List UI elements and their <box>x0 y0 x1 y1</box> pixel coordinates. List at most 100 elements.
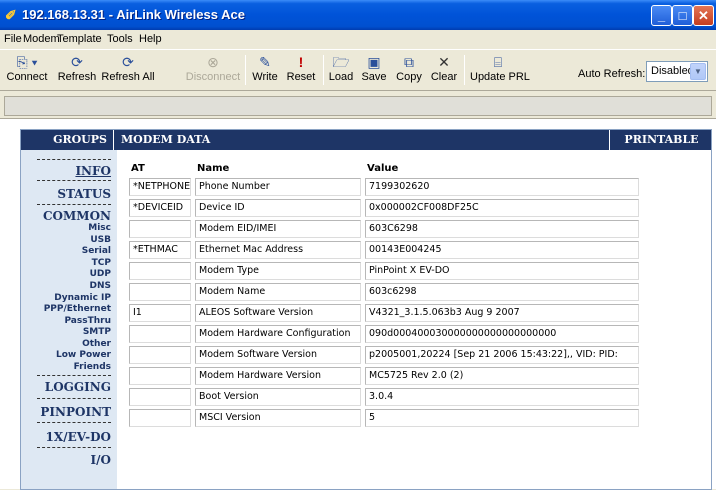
name-cell: Modem Software Version <box>195 346 361 364</box>
refresh-all-icon: ⟳ <box>122 54 134 70</box>
auto-refresh-select[interactable]: Disabled ▼ <box>646 61 708 82</box>
nav-status[interactable]: STATUS <box>57 187 111 201</box>
floppy-disk-icon: ▣ <box>367 54 381 70</box>
toolbar-separator <box>323 55 324 85</box>
menu-bar: File Modem Template Tools Help <box>0 30 716 48</box>
nav-tcp[interactable]: TCP <box>92 258 111 268</box>
menu-help[interactable]: Help <box>139 33 162 45</box>
value-cell[interactable]: MC5725 Rev 2.0 (2) <box>365 367 639 385</box>
at-command-cell: I1 <box>129 304 191 322</box>
value-cell[interactable]: p2005001,20224 [Sep 21 2006 15:43:22],, … <box>365 346 639 364</box>
value-cell[interactable]: 3.0.4 <box>365 388 639 406</box>
chevron-down-icon[interactable]: ▼ <box>690 63 706 80</box>
name-cell: Boot Version <box>195 388 361 406</box>
nav-usb[interactable]: USB <box>90 235 111 245</box>
nav-udp[interactable]: UDP <box>90 269 111 279</box>
update-prl-button[interactable]: ⌸ Update PRL <box>470 53 530 89</box>
nav-pinpoint[interactable]: PINPOINT <box>40 405 111 419</box>
minimize-button[interactable]: _ <box>651 5 672 26</box>
value-cell[interactable]: 00143E004245 <box>365 241 639 259</box>
value-cell[interactable]: 0x000002CF008DF25C <box>365 199 639 217</box>
groups-header: GROUPS <box>21 130 114 150</box>
at-command-cell: *DEVICEID <box>129 199 191 217</box>
exclamation-icon: ! <box>298 54 304 70</box>
at-command-cell <box>129 409 191 427</box>
nav-ppp-ethernet[interactable]: PPP/Ethernet <box>44 304 111 314</box>
value-cell[interactable]: 090d000400030000000000000000000 <box>365 325 639 343</box>
column-header-name: Name <box>197 163 230 174</box>
nav-misc[interactable]: Misc <box>88 223 111 233</box>
folder-open-icon: 🗁 <box>332 54 350 70</box>
name-cell: Modem Type <box>195 262 361 280</box>
divider <box>37 447 111 448</box>
nav-dynamic-ip[interactable]: Dynamic IP <box>54 293 111 303</box>
menu-modem[interactable]: Modem <box>23 33 60 45</box>
connect-icon: ⎘ ▾ <box>16 54 38 70</box>
nav-common[interactable]: COMMON <box>43 209 111 223</box>
menu-template[interactable]: Template <box>57 33 102 45</box>
value-cell[interactable]: 7199302620 <box>365 178 639 196</box>
divider <box>37 375 111 376</box>
save-button[interactable]: ▣ Save <box>359 53 389 89</box>
divider <box>37 398 111 399</box>
nav-smtp[interactable]: SMTP <box>83 327 111 337</box>
at-command-cell <box>129 283 191 301</box>
nav-1x-ev-do[interactable]: 1X/EV-DO <box>46 430 111 444</box>
toolbar-separator <box>464 55 465 85</box>
title-bar: ✐ 192.168.13.31 - AirLink Wireless Ace _… <box>0 0 716 30</box>
load-button[interactable]: 🗁 Load <box>327 53 355 89</box>
copy-icon: ⧉ <box>404 54 414 70</box>
name-cell: Modem EID/IMEI <box>195 220 361 238</box>
at-command-cell <box>129 346 191 364</box>
value-cell[interactable]: 603c6298 <box>365 283 639 301</box>
refresh-all-button[interactable]: ⟳ Refresh All <box>101 53 155 89</box>
close-button[interactable]: ✕ <box>693 5 714 26</box>
at-command-cell <box>129 220 191 238</box>
copy-button[interactable]: ⧉ Copy <box>393 53 425 89</box>
toolbar-separator <box>245 55 246 85</box>
divider <box>37 180 111 181</box>
value-cell[interactable]: V4321_3.1.5.063b3 Aug 9 2007 <box>365 304 639 322</box>
at-command-cell <box>129 262 191 280</box>
printable-view-link[interactable]: PRINTABLE VIEW <box>609 130 711 166</box>
refresh-button[interactable]: ⟳ Refresh <box>56 53 98 89</box>
nav-info[interactable]: INFO <box>75 164 111 178</box>
connect-button[interactable]: ⎘ ▾ Connect <box>4 53 50 89</box>
menu-file[interactable]: File <box>4 33 22 45</box>
value-cell[interactable]: 5 <box>365 409 639 427</box>
name-cell: Phone Number <box>195 178 361 196</box>
name-cell: Ethernet Mac Address <box>195 241 361 259</box>
at-command-cell: *NETPHONE <box>129 178 191 196</box>
nav-friends[interactable]: Friends <box>74 362 111 372</box>
write-button[interactable]: ✎ Write <box>250 53 280 89</box>
at-command-cell <box>129 325 191 343</box>
disconnect-button[interactable]: ⊗ Disconnect <box>185 53 241 89</box>
divider <box>37 159 111 160</box>
nav-other[interactable]: Other <box>82 339 111 349</box>
column-header-at: AT <box>131 163 145 174</box>
auto-refresh-value: Disabled <box>651 65 694 77</box>
divider <box>37 204 111 205</box>
at-command-cell <box>129 367 191 385</box>
main-area: GROUPS MODEM DATA PRINTABLE VIEW INFO ST… <box>0 118 716 490</box>
nav-serial[interactable]: Serial <box>82 246 111 256</box>
modem-data-content: AT Name Value *NETPHONE Phone Number 719… <box>117 150 711 489</box>
nav-io[interactable]: I/O <box>91 453 111 467</box>
nav-passthru[interactable]: PassThru <box>64 316 111 326</box>
nav-logging[interactable]: LOGGING <box>45 380 111 394</box>
disconnect-icon: ⊗ <box>207 54 219 70</box>
name-cell: MSCI Version <box>195 409 361 427</box>
value-cell[interactable]: PinPoint X EV-DO <box>365 262 639 280</box>
nav-dns[interactable]: DNS <box>90 281 112 291</box>
value-cell[interactable]: 603C6298 <box>365 220 639 238</box>
maximize-button[interactable]: □ <box>672 5 693 26</box>
nav-low-power[interactable]: Low Power <box>56 350 111 360</box>
auto-refresh-label: Auto Refresh: <box>578 68 646 80</box>
name-cell: Modem Hardware Version <box>195 367 361 385</box>
menu-tools[interactable]: Tools <box>107 33 133 45</box>
reset-button[interactable]: ! Reset <box>284 53 318 89</box>
app-icon: ✐ <box>5 7 17 23</box>
clear-button[interactable]: ✕ Clear <box>429 53 459 89</box>
groups-sidebar: INFO STATUS COMMON Misc USB Serial TCP U… <box>21 150 117 489</box>
x-mark-icon: ✕ <box>438 54 450 70</box>
